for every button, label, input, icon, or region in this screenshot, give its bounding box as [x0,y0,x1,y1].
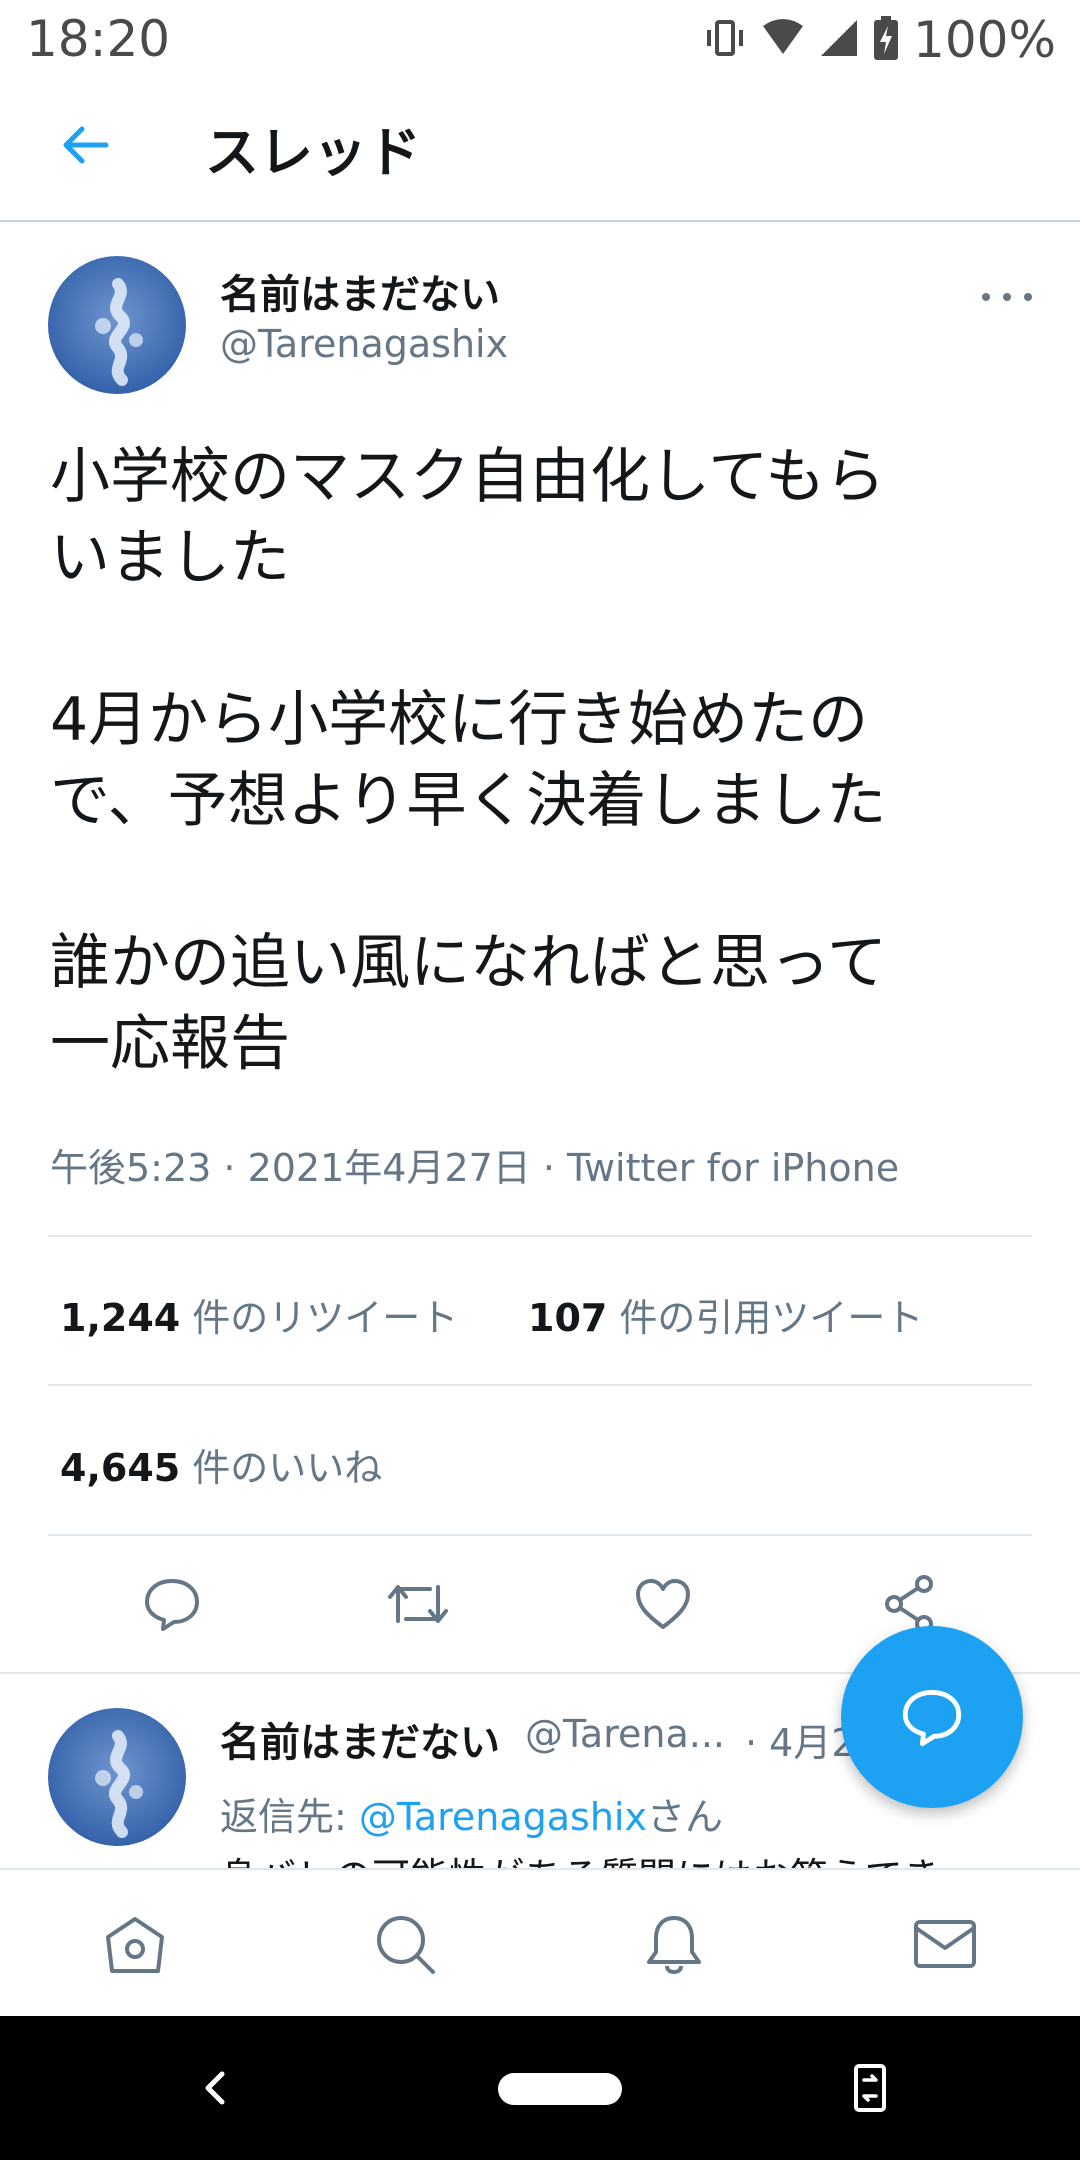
likes-count: 4,645 [60,1446,181,1490]
tweet-timestamp: 午後5:23 · 2021年4月27日 · Twitter for iPhone [50,1146,900,1190]
status-bar: 18:20 100% [0,0,1080,80]
system-home-button[interactable] [498,2073,622,2105]
back-button[interactable] [50,110,120,180]
signal-icon [819,18,859,62]
status-icons: 100% [703,10,1056,70]
system-rotate-button[interactable] [840,2056,900,2120]
nav-search[interactable] [365,1904,445,1984]
reply-to-suffix: さん [646,1795,723,1839]
system-back-button[interactable] [185,2058,245,2118]
reply-author-handle[interactable]: @Tarena... [525,1712,725,1756]
wifi-icon [761,18,805,62]
author-name[interactable]: 名前はまだない [220,262,500,320]
page-title: スレッド [205,121,421,184]
bottom-nav [0,1868,1080,2016]
retweet-icon [388,1585,448,1623]
divider [48,1235,1032,1237]
retweets-count: 1,244 [60,1296,181,1340]
more-options-button[interactable] [982,282,1032,312]
quotes-stat[interactable]: 107 件の引用ツイート [528,1287,923,1342]
author-handle[interactable]: @Tarenagashix [220,322,508,366]
tweet-paragraph: 小学校のマスク自由化してもら いました [50,442,886,593]
more-dot [1003,293,1011,301]
search-icon [377,1916,435,1974]
nav-notifications[interactable] [634,1904,714,1984]
rotate-icon [854,2064,886,2112]
more-dot [1024,293,1032,301]
messages-icon [914,1920,976,1968]
tweet-text: 小学校のマスク自由化してもら いました 4月から小学校に行き始めたの で、予想よ… [50,437,1050,1085]
reply-to-line: 返信先: @Tarenagashixさん [220,1786,723,1841]
avatar[interactable] [48,256,186,394]
status-time: 18:20 [26,10,171,68]
likes-stat[interactable]: 4,645 件のいいね [60,1437,382,1492]
reply-text: 身バレの可能性がある質問にはお答えでき [220,1846,941,1868]
home-icon [106,1917,164,1973]
like-button[interactable] [623,1564,703,1644]
retweet-button[interactable] [378,1564,458,1644]
arrow-left-icon [63,126,109,164]
reply-to-prefix: 返信先: [220,1795,359,1839]
nav-messages[interactable] [905,1904,985,1984]
system-nav-bar [0,2016,1080,2160]
battery-percent: 100% [913,11,1056,69]
app-header: スレッド [0,80,1080,222]
nav-home[interactable] [95,1904,175,1984]
divider [48,1384,1032,1386]
tweet-paragraph: 誰かの追い風になればと思って 一応報告 [50,928,887,1079]
quotes-count: 107 [528,1296,608,1340]
compose-reply-button[interactable] [841,1626,1023,1808]
compose-reply-icon [902,1690,962,1747]
reply-date: · 4月2 [745,1721,856,1765]
like-icon [636,1579,690,1629]
reply-to-handle-link[interactable]: @Tarenagashix [359,1795,647,1839]
more-dot [982,293,990,301]
battery-charging-icon [873,16,899,64]
reply-button[interactable] [132,1564,212,1644]
divider [48,1534,1032,1536]
likes-label: 件のいいね [180,1446,383,1490]
tweet-paragraph: 4月から小学校に行き始めたの で、予想より早く決着しました [50,685,887,836]
vibrate-icon [703,18,747,62]
chevron-left-icon [205,2071,225,2105]
reply-icon [145,1579,199,1631]
share-icon [885,1575,933,1633]
retweets-label: 件のリツイート [180,1296,459,1340]
reply-avatar[interactable] [48,1708,186,1846]
retweets-stat[interactable]: 1,244 件のリツイート [60,1287,458,1342]
notifications-icon [647,1916,701,1975]
reply-author-name[interactable]: 名前はまだない [220,1710,500,1768]
quotes-label: 件の引用ツイート [607,1296,924,1340]
